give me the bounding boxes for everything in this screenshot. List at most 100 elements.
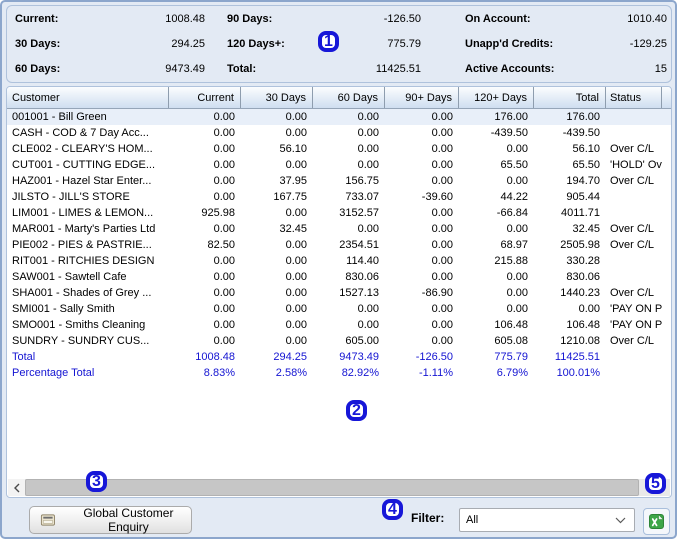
filter-dropdown[interactable]: All bbox=[459, 508, 635, 532]
total-cell: 294.25 bbox=[273, 351, 307, 363]
customer-table-panel: Customer Current 30 Days 60 Days 90+ Day… bbox=[6, 86, 672, 498]
summary-label-current: Current: bbox=[15, 13, 59, 25]
table-row[interactable]: SMO001 - Smiths Cleaning 0.00 0.00 0.00 … bbox=[7, 317, 671, 333]
cell-60-days: 156.75 bbox=[345, 175, 379, 187]
scroll-left-button[interactable] bbox=[8, 479, 25, 496]
cell-60-days: 1527.13 bbox=[339, 287, 379, 299]
cell-120-days: 0.00 bbox=[506, 303, 528, 315]
annotation-badge-2: 2 bbox=[346, 400, 367, 421]
table-row[interactable]: RIT001 - RITCHIES DESIGN 0.00 0.00 114.4… bbox=[7, 253, 671, 269]
cell-90-days: -86.90 bbox=[421, 287, 453, 299]
cell-60-days: 114.40 bbox=[346, 255, 379, 267]
cell-customer: CASH - COD & 7 Day Acc... bbox=[12, 127, 149, 139]
column-header-current[interactable]: Current bbox=[169, 87, 241, 108]
cell-120-days: 44.22 bbox=[500, 191, 528, 203]
cell-90-days: 0.00 bbox=[431, 239, 453, 251]
table-row[interactable]: PIE002 - PIES & PASTRIE... 82.50 0.00 23… bbox=[7, 237, 671, 253]
cell-90-days: 0.00 bbox=[431, 255, 453, 267]
cell-status: Over C/L bbox=[610, 239, 655, 251]
cell-120-days: 605.08 bbox=[494, 335, 528, 347]
cell-120-days: 176.00 bbox=[494, 111, 528, 123]
column-header-60-days[interactable]: 60 Days bbox=[313, 87, 385, 108]
column-header-customer[interactable]: Customer bbox=[7, 87, 169, 108]
cell-60-days: 830.06 bbox=[345, 271, 379, 283]
cell-current: 0.00 bbox=[213, 127, 235, 139]
summary-label-30-days: 30 Days: bbox=[15, 38, 61, 50]
cell-status bbox=[606, 125, 662, 141]
cell-60-days: 733.07 bbox=[345, 191, 379, 203]
cell-30-days: 37.95 bbox=[279, 175, 307, 187]
summary-item-unappd-credits: Unapp'd Credits: -129.25 bbox=[465, 38, 667, 50]
table-row[interactable]: SAW001 - Sawtell Cafe 0.00 0.00 830.06 0… bbox=[7, 269, 671, 285]
cell-current: 0.00 bbox=[213, 335, 235, 347]
percentage-cell: Percentage Total bbox=[12, 367, 95, 379]
cell-customer: CLE002 - CLEARY'S HOM... bbox=[12, 143, 153, 155]
column-header-120-days[interactable]: 120+ Days bbox=[459, 87, 534, 108]
cell-60-days: 0.00 bbox=[357, 111, 379, 123]
column-header-total[interactable]: Total bbox=[534, 87, 606, 108]
annotation-badge-1: 1 bbox=[318, 31, 339, 52]
horizontal-scrollbar[interactable] bbox=[8, 479, 670, 496]
cell-current: 0.00 bbox=[213, 319, 235, 331]
column-header-status[interactable]: Status bbox=[606, 87, 662, 108]
cell-total: 0.00 bbox=[578, 303, 600, 315]
table-row[interactable]: SHA001 - Shades of Grey ... 0.00 0.00 15… bbox=[7, 285, 671, 301]
summary-value-unappd-credits: -129.25 bbox=[629, 38, 667, 50]
cell-customer: JILSTO - JILL'S STORE bbox=[12, 191, 130, 203]
cell-30-days: 0.00 bbox=[285, 335, 307, 347]
table-body: 001001 - Bill Green 0.00 0.00 0.00 0.00 … bbox=[7, 109, 671, 381]
cell-120-days: -439.50 bbox=[490, 127, 528, 139]
cell-customer: SHA001 - Shades of Grey ... bbox=[12, 287, 152, 299]
scrollbar-thumb[interactable] bbox=[25, 479, 639, 496]
cell-status bbox=[606, 189, 662, 205]
summary-label-on-account: On Account: bbox=[465, 13, 531, 25]
cell-60-days: 0.00 bbox=[357, 223, 379, 235]
cell-30-days: 167.75 bbox=[273, 191, 307, 203]
summary-panel: Current: 1008.48 30 Days: 294.25 60 Days… bbox=[6, 5, 672, 83]
annotation-badge-5: 5 bbox=[645, 473, 666, 494]
global-customer-enquiry-button[interactable]: Global Customer Enquiry bbox=[29, 506, 192, 534]
table-row[interactable]: LIM001 - LIMES & LEMON... 925.98 0.00 31… bbox=[7, 205, 671, 221]
table-row[interactable]: SUNDRY - SUNDRY CUS... 0.00 0.00 605.00 … bbox=[7, 333, 671, 349]
table-header-row: Customer Current 30 Days 60 Days 90+ Day… bbox=[7, 87, 671, 109]
table-row[interactable]: CLE002 - CLEARY'S HOM... 0.00 56.10 0.00… bbox=[7, 141, 671, 157]
export-to-excel-button[interactable] bbox=[643, 508, 670, 535]
cell-total: 32.45 bbox=[572, 223, 600, 235]
filter-selected-value: All bbox=[466, 514, 479, 526]
cell-status: Over C/L bbox=[610, 287, 655, 299]
table-row[interactable]: MAR001 - Marty's Parties Ltd 0.00 32.45 … bbox=[7, 221, 671, 237]
table-row[interactable]: HAZ001 - Hazel Star Enter... 0.00 37.95 … bbox=[7, 173, 671, 189]
cell-customer: HAZ001 - Hazel Star Enter... bbox=[12, 175, 152, 187]
cell-total: 56.10 bbox=[572, 143, 600, 155]
total-cell bbox=[606, 349, 662, 365]
column-header-30-days[interactable]: 30 Days bbox=[241, 87, 313, 108]
percentage-cell: 2.58% bbox=[275, 367, 307, 379]
cell-customer: SAW001 - Sawtell Cafe bbox=[12, 271, 127, 283]
excel-export-icon bbox=[649, 513, 665, 529]
column-header-90-days[interactable]: 90+ Days bbox=[385, 87, 459, 108]
cell-status bbox=[606, 269, 662, 285]
table-row[interactable]: JILSTO - JILL'S STORE 0.00 167.75 733.07… bbox=[7, 189, 671, 205]
cell-60-days: 3152.57 bbox=[339, 207, 379, 219]
cell-120-days: 0.00 bbox=[506, 175, 528, 187]
table-row[interactable]: CASH - COD & 7 Day Acc... 0.00 0.00 0.00… bbox=[7, 125, 671, 141]
cell-30-days: 0.00 bbox=[285, 239, 307, 251]
cell-customer: RIT001 - RITCHIES DESIGN bbox=[12, 255, 155, 267]
cell-30-days: 0.00 bbox=[285, 303, 307, 315]
cell-total: 106.48 bbox=[566, 319, 600, 331]
cell-30-days: 0.00 bbox=[285, 255, 307, 267]
cell-current: 0.00 bbox=[213, 223, 235, 235]
cell-120-days: 0.00 bbox=[506, 271, 528, 283]
table-row[interactable]: CUT001 - CUTTING EDGE... 0.00 0.00 0.00 … bbox=[7, 157, 671, 173]
cell-total: 2505.98 bbox=[560, 239, 600, 251]
cell-90-days: 0.00 bbox=[431, 271, 453, 283]
table-row[interactable]: SMI001 - Sally Smith 0.00 0.00 0.00 0.00… bbox=[7, 301, 671, 317]
cell-total: 330.28 bbox=[566, 255, 600, 267]
cell-current: 0.00 bbox=[213, 175, 235, 187]
total-cell: Total bbox=[12, 351, 36, 363]
table-row[interactable]: 001001 - Bill Green 0.00 0.00 0.00 0.00 … bbox=[7, 109, 671, 125]
cell-60-days: 2354.51 bbox=[339, 239, 379, 251]
cell-90-days: 0.00 bbox=[431, 303, 453, 315]
total-cell: 11425.51 bbox=[554, 351, 600, 363]
percentage-total-row: Percentage Total 8.83% 2.58% 82.92% -1.1… bbox=[7, 365, 671, 381]
